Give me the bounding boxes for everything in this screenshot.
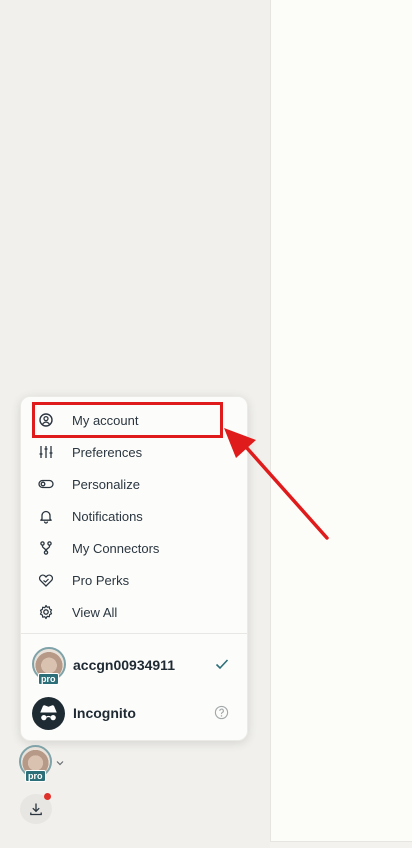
download-icon: [30, 803, 42, 816]
chevron-down-icon[interactable]: [56, 760, 64, 766]
notification-dot: [44, 793, 51, 800]
pro-badge: pro: [25, 770, 46, 782]
annotation-arrow: [224, 428, 329, 540]
